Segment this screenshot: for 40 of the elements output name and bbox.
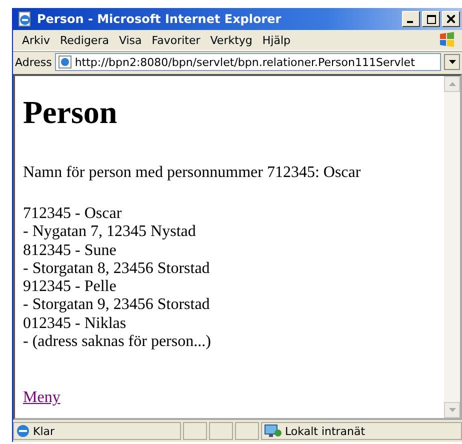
caret-icon [448,60,456,64]
minimize-button[interactable] [402,11,420,27]
intro-text: Namn för person med personnummer 712345: Oscar [23,164,362,182]
menu-item[interactable]: Visa [114,34,147,46]
person-line: 812345 - Sune [23,242,118,260]
person-line: 912345 - Pelle [23,278,118,296]
network-computer-icon [264,424,282,438]
windows-flag-icon [438,31,456,49]
person-line: - Nygatan 7, 12345 Nystad [23,223,197,242]
person-line: - Storgatan 9, 23456 Storstad [23,296,211,315]
page-icon [58,55,72,69]
scrollbar[interactable] [444,76,460,418]
page-heading: Person [23,94,118,131]
maximize-icon [426,14,436,24]
address-label: Adress [15,56,52,68]
person-line: 012345 - Niklas [23,314,128,334]
zone-text: Lokalt intranät [285,424,366,438]
menu-item[interactable]: Verktyg [205,34,258,46]
menu-link[interactable]: Meny [23,389,60,408]
down-arrow-icon [448,408,456,412]
status-text: Klar [33,424,55,438]
window-title: Person - Microsoft Internet Explorer [37,12,282,26]
person-line: 712345 - Oscar [23,205,123,224]
menu-item[interactable]: Hjälp [257,34,296,46]
menu-item[interactable]: Redigera [54,34,114,46]
person-line: - (adress saknas för person...) [23,333,212,352]
status-pane [235,422,259,440]
status-pane [183,422,207,440]
up-arrow-icon [448,82,456,86]
dropdown-button[interactable] [444,54,460,70]
close-button[interactable] [442,11,460,27]
browser-icon [16,424,30,438]
address-field[interactable]: http://bpn2:8080/bpn/servlet/bpn.relationer.Person111Servlet [54,53,441,71]
browser-icon [17,11,33,27]
status-pane [209,422,233,440]
menu-item[interactable]: Arkiv [17,34,55,46]
menu-item[interactable]: Favoriter [146,34,206,46]
person-line: - Storgatan 8, 23456 Storstad [23,260,211,278]
close-icon [447,15,455,23]
maximize-button[interactable] [422,11,440,27]
